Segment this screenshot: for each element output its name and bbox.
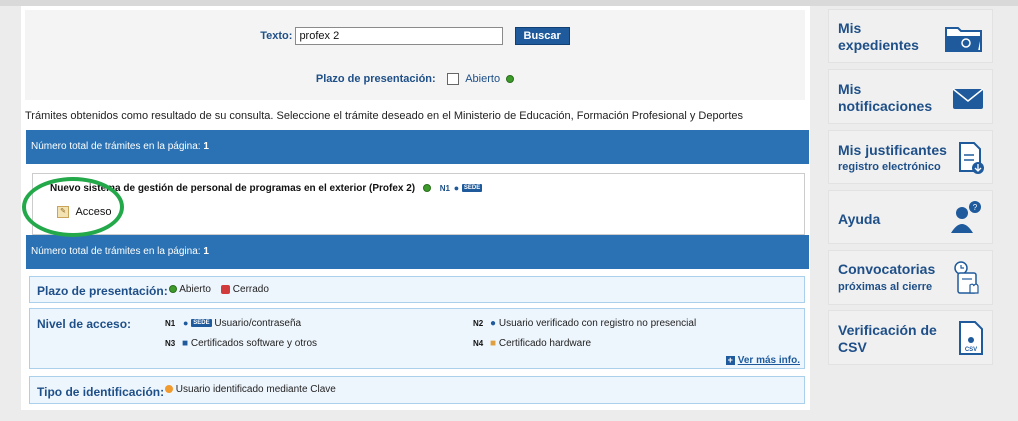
abierto-text: Abierto <box>179 284 211 295</box>
plazo-row: Plazo de presentación: Abierto <box>25 73 805 86</box>
legend-nivel-title: Nivel de acceso: <box>37 317 132 331</box>
legend-nivel: Nivel de acceso: N1 ● SEDE Usuario/contr… <box>29 308 805 369</box>
sidebar-item-justificantes[interactable]: Mis justificantes registro electrónico <box>828 130 993 184</box>
legend-n4: N4 ■ Certificado hardware <box>473 338 591 349</box>
notificaciones-line-2: notificaciones <box>838 98 933 114</box>
texto-input[interactable]: profex 2 <box>295 27 504 45</box>
envelope-icon <box>952 88 984 109</box>
plazo-label: Plazo de presentación: <box>315 73 436 85</box>
justificantes-sub: registro electrónico <box>838 161 941 173</box>
n3-text: Certificados software y otros <box>190 338 318 349</box>
legend-tipo: Usuario identificado mediante Clave <box>165 384 336 395</box>
total-label: Número total de trámites en la página: <box>31 246 201 257</box>
sidebar-item-notificaciones[interactable]: Mis notificaciones <box>828 69 993 124</box>
n1-text: Usuario/contraseña <box>214 318 302 329</box>
sidebar-item-csv[interactable]: Verificación de CSV CSV <box>828 310 993 365</box>
n1-code: N1 <box>165 319 176 328</box>
sidebar-item-convocatorias[interactable]: Convocatorias próximas al cierre <box>828 250 993 305</box>
open-status-icon <box>169 285 177 294</box>
legend-n2: N2 ● Usuario verificado con registro no … <box>473 318 696 329</box>
legend-plazo: Plazo de presentación: Abierto Cerrado <box>29 276 805 303</box>
hardware-card-icon: ■ <box>490 338 497 349</box>
plus-icon: + <box>725 355 735 365</box>
legend-cerrado: Cerrado <box>221 284 269 295</box>
texto-row: Texto: profex 2 Buscar <box>25 27 805 45</box>
svg-text:?: ? <box>973 203 978 212</box>
csv-line-1: Verificación de <box>838 322 937 338</box>
help-user-icon: ? <box>951 201 981 233</box>
justificantes-title: Mis justificantes <box>838 142 947 158</box>
closed-status-icon <box>221 284 230 294</box>
expedientes-line-2: expedientes <box>838 37 919 53</box>
calendar-clock-icon <box>954 261 979 294</box>
sede-badge: SEDE <box>191 319 212 328</box>
total-count: 1 <box>203 141 209 152</box>
total-label: Número total de trámites en la página: <box>31 141 201 152</box>
level-code: N1 <box>439 184 450 193</box>
search-form: Texto: profex 2 Buscar Plazo de presenta… <box>25 10 805 100</box>
csv-badge: CSV <box>965 347 977 353</box>
n4-code: N4 <box>473 339 484 348</box>
buscar-button[interactable]: Buscar <box>514 27 570 45</box>
sidebar-item-ayuda[interactable]: Ayuda ? <box>828 190 993 244</box>
results-info: Trámites obtenidos como resultado de su … <box>25 110 744 122</box>
total-bar-top: Número total de trámites en la página: 1 <box>26 130 809 164</box>
abierto-checkbox[interactable] <box>446 73 459 86</box>
n2-code: N2 <box>473 319 484 328</box>
csv-line-2: CSV <box>838 339 867 355</box>
legend-plazo-title: Plazo de presentación: <box>37 284 168 298</box>
csv-document-icon: CSV <box>959 321 983 355</box>
result-item: Nuevo sistema de gestión de personal de … <box>32 173 805 235</box>
highlight-circle <box>22 177 124 237</box>
legend-tipo-title: Tipo de identificación: <box>37 385 165 399</box>
ver-mas-link[interactable]: + Ver más info. <box>725 355 800 366</box>
n3-code: N3 <box>165 339 176 348</box>
ayuda-label: Ayuda <box>838 211 881 227</box>
sede-badge: SEDE <box>461 184 483 193</box>
folder-search-icon <box>945 27 982 52</box>
cerrado-text: Cerrado <box>232 284 269 295</box>
legend-tipo: Tipo de identificación: Usuario identifi… <box>29 376 805 404</box>
abierto-label: Abierto <box>465 73 501 85</box>
convocatorias-sub: próximas al cierre <box>838 281 933 293</box>
ver-mas-text: Ver más info. <box>737 355 800 366</box>
expedientes-line-1: Mis <box>838 20 862 36</box>
verified-user-icon: ● <box>490 318 497 329</box>
open-status-icon <box>506 75 515 84</box>
legend-abierto: Abierto <box>169 284 211 295</box>
total-bar-bottom: Número total de trámites en la página: 1 <box>26 235 809 269</box>
tipo-text: Usuario identificado mediante Clave <box>175 384 336 395</box>
clave-icon <box>165 385 173 394</box>
document-download-icon <box>959 142 984 174</box>
convocatorias-title: Convocatorias <box>838 261 936 277</box>
texto-label: Texto: <box>260 29 293 42</box>
n4-text: Certificado hardware <box>498 338 592 349</box>
user-icon: ● <box>453 183 460 194</box>
notificaciones-line-1: Mis <box>838 81 862 97</box>
legend-n1: N1 ● SEDE Usuario/contraseña <box>165 318 301 329</box>
main-panel: Texto: profex 2 Buscar Plazo de presenta… <box>21 6 810 410</box>
open-status-icon <box>422 184 431 193</box>
sidebar-item-expedientes[interactable]: Mis expedientes <box>828 9 993 63</box>
total-count: 1 <box>203 246 209 257</box>
n2-text: Usuario verificado con registro no prese… <box>498 318 697 329</box>
certificate-icon: ■ <box>182 338 189 349</box>
user-icon: ● <box>183 318 189 329</box>
legend-n3: N3 ■ Certificados software y otros <box>165 338 317 349</box>
